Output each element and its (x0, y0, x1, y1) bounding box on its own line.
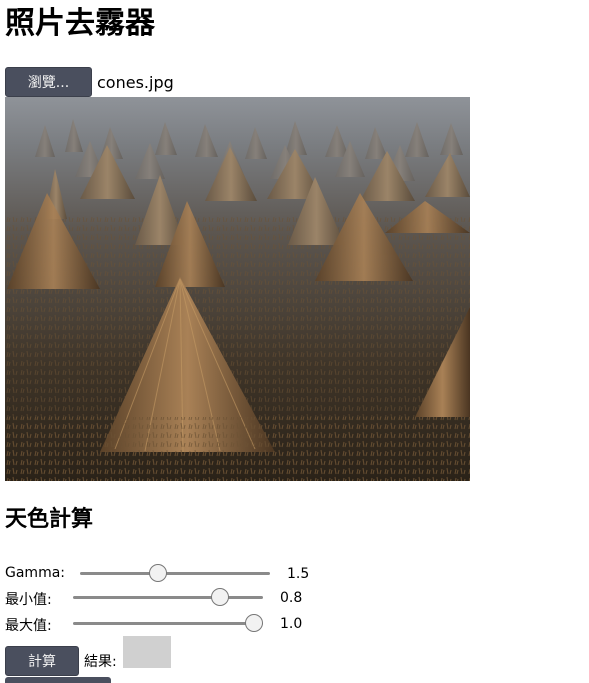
max-slider-track[interactable] (73, 622, 263, 625)
max-value: 1.0 (280, 616, 303, 632)
max-label: 最大值: (5, 618, 52, 634)
page: 照片去霧器 瀏覽... cones.jpg 天色計算 Gamma: 1.5 最小… (0, 0, 589, 683)
calculate-button[interactable]: 計算 (5, 646, 79, 676)
max-slider-row: 最大值: 1.0 (5, 612, 315, 634)
min-slider-track[interactable] (73, 596, 263, 599)
photo-image (5, 97, 470, 481)
min-slider-row: 最小值: 0.8 (5, 586, 315, 608)
gamma-value: 1.5 (287, 566, 310, 582)
photo-preview (5, 97, 470, 481)
file-input: 瀏覽... cones.jpg (5, 67, 174, 97)
next-button-partial[interactable] (5, 677, 111, 683)
min-value: 0.8 (280, 590, 303, 606)
gamma-label: Gamma: (5, 565, 65, 581)
section-title: 天色計算 (5, 507, 94, 532)
gamma-slider-track[interactable] (80, 572, 270, 575)
min-slider-thumb[interactable] (211, 588, 229, 606)
page-title: 照片去霧器 (5, 6, 155, 41)
result-color-swatch (123, 636, 171, 668)
result-label: 結果: (84, 654, 117, 670)
gamma-slider-row: Gamma: 1.5 (5, 562, 315, 584)
selected-file-name: cones.jpg (97, 72, 174, 92)
max-slider-thumb[interactable] (245, 614, 263, 632)
gamma-slider-thumb[interactable] (149, 564, 167, 582)
min-label: 最小值: (5, 592, 52, 608)
browse-button[interactable]: 瀏覽... (5, 67, 92, 97)
calc-row: 計算 結果: (5, 646, 117, 676)
